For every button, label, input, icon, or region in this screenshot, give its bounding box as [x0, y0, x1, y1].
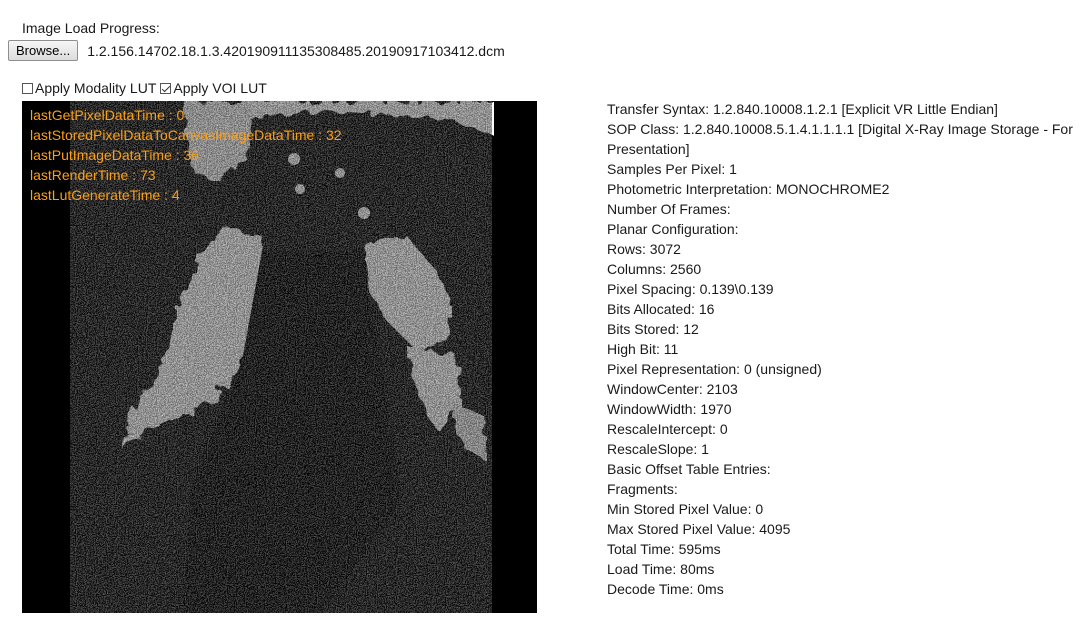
rows: Rows: 3072: [607, 241, 681, 257]
stat-lut-generate-time: lastLutGenerateTime : 4: [30, 187, 180, 203]
load-time: Load Time: 80ms: [607, 561, 715, 577]
dicom-metadata-panel: Transfer Syntax: 1.2.840.10008.1.2.1 [Ex…: [607, 99, 1085, 599]
stat-render-time: lastRenderTime : 73: [30, 167, 156, 183]
file-name: 1.2.156.14702.18.1.3.420190911135308485.…: [87, 42, 505, 59]
bits-allocated: Bits Allocated: 16: [607, 301, 715, 317]
modality-lut-checkbox[interactable]: [22, 82, 33, 94]
voi-lut-checkbox[interactable]: [160, 82, 172, 94]
stat-put-image-data-time: lastPutImageDataTime : 36: [30, 147, 200, 163]
decode-time: Decode Time: 0ms: [607, 581, 724, 597]
number-of-frames: Number Of Frames:: [607, 201, 731, 217]
basic-offset-table-entries: Basic Offset Table Entries:: [607, 461, 771, 477]
transfer-syntax: Transfer Syntax: 1.2.840.10008.1.2.1 [Ex…: [607, 101, 998, 117]
sop-class: SOP Class: 1.2.840.10008.5.1.4.1.1.1.1 […: [607, 121, 1073, 157]
pixel-spacing: Pixel Spacing: 0.139\0.139: [607, 281, 774, 297]
samples-per-pixel: Samples Per Pixel: 1: [607, 161, 737, 177]
planar-configuration: Planar Configuration:: [607, 221, 739, 237]
voi-lut-option[interactable]: Apply VOI LUT: [160, 80, 267, 96]
pixel-representation: Pixel Representation: 0 (unsigned): [607, 361, 822, 377]
voi-lut-label: Apply VOI LUT: [173, 80, 267, 96]
render-stats-overlay: lastGetPixelDataTime : 0 lastStoredPixel…: [30, 105, 342, 205]
progress-label: Image Load Progress:: [22, 20, 160, 36]
stat-stored-pixel-to-canvas-time: lastStoredPixelDataToCanvasImageDataTime…: [30, 127, 342, 143]
dicom-image-viewport[interactable]: lastGetPixelDataTime : 0 lastStoredPixel…: [22, 101, 537, 613]
modality-lut-option[interactable]: Apply Modality LUT: [22, 80, 156, 96]
window-width: WindowWidth: 1970: [607, 401, 732, 417]
rescale-slope: RescaleSlope: 1: [607, 441, 709, 457]
stat-get-pixel-data-time: lastGetPixelDataTime : 0: [30, 107, 185, 123]
bits-stored: Bits Stored: 12: [607, 321, 699, 337]
columns: Columns: 2560: [607, 261, 702, 277]
window-center: WindowCenter: 2103: [607, 381, 738, 397]
file-picker: Browse... 1.2.156.14702.18.1.3.420190911…: [8, 40, 505, 61]
lut-options: Apply Modality LUT Apply VOI LUT: [22, 80, 271, 96]
fragments: Fragments:: [607, 481, 678, 497]
rescale-intercept: RescaleIntercept: 0: [607, 421, 728, 437]
high-bit: High Bit: 11: [607, 341, 679, 357]
total-time: Total Time: 595ms: [607, 541, 721, 557]
min-stored-pixel-value: Min Stored Pixel Value: 0: [607, 501, 764, 517]
photometric-interpretation: Photometric Interpretation: MONOCHROME2: [607, 181, 890, 197]
browse-button[interactable]: Browse...: [8, 40, 79, 61]
max-stored-pixel-value: Max Stored Pixel Value: 4095: [607, 521, 791, 537]
modality-lut-label: Apply Modality LUT: [35, 80, 157, 96]
